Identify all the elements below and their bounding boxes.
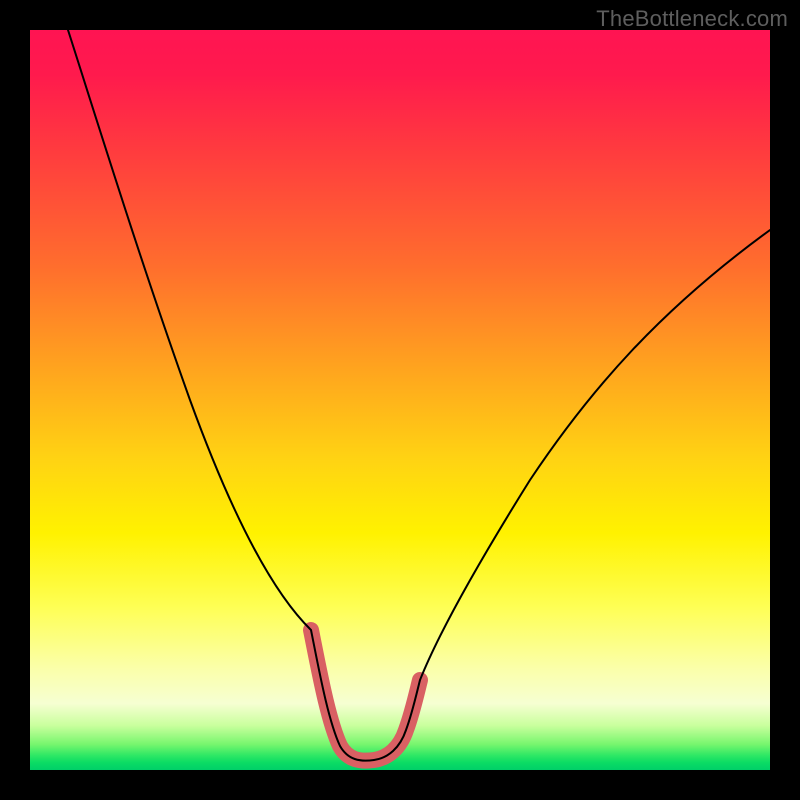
watermark-text: TheBottleneck.com	[596, 6, 788, 32]
plot-area	[30, 30, 770, 770]
bottleneck-curve	[68, 30, 770, 761]
valley-highlight	[311, 630, 420, 761]
curve-svg	[30, 30, 770, 770]
chart-frame: TheBottleneck.com	[0, 0, 800, 800]
